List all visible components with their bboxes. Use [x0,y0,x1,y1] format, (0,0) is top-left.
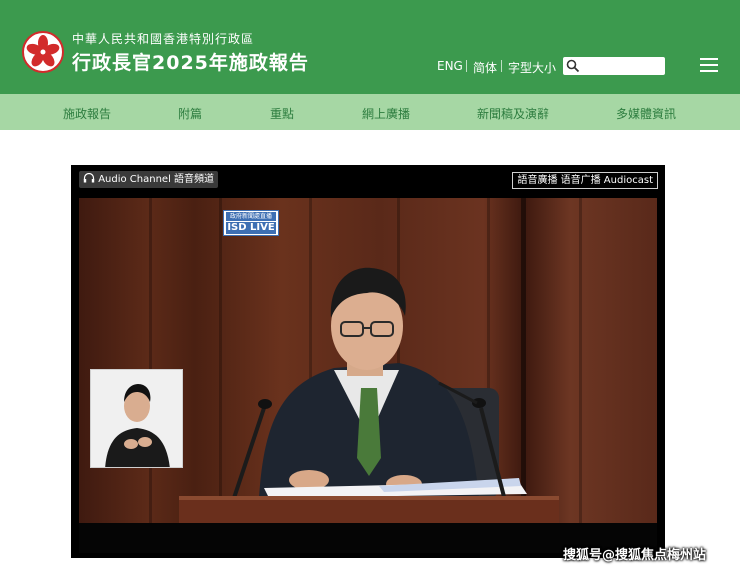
video-player[interactable]: Audio Channel 語音頻道 語音廣播 语音广播 Audiocast 政… [71,165,665,558]
lang-simplified-link[interactable]: 简体 [473,59,497,76]
lang-eng-link[interactable]: ENG [437,59,463,73]
nav-item-highlights[interactable]: 重點 [270,105,294,122]
region-subtitle: 中華人民共和國香港特別行政區 [72,32,255,46]
divider [466,60,467,72]
watermark-text: 搜狐号@搜狐焦点梅州站 [563,548,707,563]
headphones-icon [83,172,95,183]
nav-item-multimedia[interactable]: 多媒體資訊 [616,105,676,122]
hamburger-menu-icon[interactable] [700,58,718,73]
video-frame[interactable]: 政府新聞處直播 ISD LIVE [79,198,657,523]
font-size-link[interactable]: 字型大小 [508,59,556,76]
main-nav: 施政報告 附篇 重點 網上廣播 新聞稿及演辭 多媒體資訊 [0,94,740,130]
divider [501,60,502,72]
nav-item-policy-address[interactable]: 施政報告 [63,105,111,122]
nav-item-supplement[interactable]: 附篇 [178,105,202,122]
search-icon[interactable] [566,59,580,73]
nav-item-webcast[interactable]: 網上廣播 [362,105,410,122]
audio-channel-label: Audio Channel 語音頻道 [98,174,215,185]
speaker-scene [179,267,559,523]
nav-item-press-releases[interactable]: 新聞稿及演辭 [477,105,549,122]
search-input[interactable] [563,57,665,75]
sign-language-inset [90,369,183,468]
audiocast-button[interactable]: 語音廣播 语音广播 Audiocast [512,172,658,189]
page-title[interactable]: 行政長官2025年施政報告 [72,48,309,75]
audio-channel-button[interactable]: Audio Channel 語音頻道 [79,171,219,188]
site-header: 中華人民共和國香港特別行政區 行政長官2025年施政報告 ENG 简体 字型大小 [0,0,740,94]
bauhinia-emblem-icon[interactable] [22,31,64,73]
